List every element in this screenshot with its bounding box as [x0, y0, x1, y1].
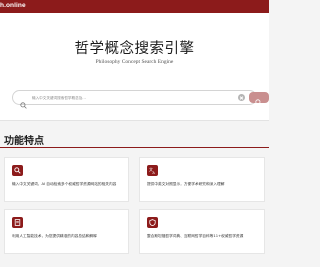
top-bar: h.online	[0, 0, 269, 13]
page-subtitle: Philosophy Concept Search Engine	[95, 59, 174, 65]
search-icon	[255, 94, 262, 106]
language-icon: 文 A	[147, 165, 158, 176]
feature-card-resources: 整合斯坦福哲学词典、互联网哲学百科等11+权威哲学资源	[139, 209, 265, 254]
brand-name[interactable]: h.online	[0, 2, 26, 9]
features-title: 功能特点	[4, 136, 44, 147]
search-input[interactable]	[32, 94, 212, 102]
page-title: 哲学概念搜索引擎	[74, 41, 195, 57]
feature-description: 提供中英文对照显示，方便学术研究和深入理解	[147, 182, 225, 186]
search-icon	[12, 165, 23, 176]
search-button[interactable]	[249, 92, 269, 106]
feature-card-search: 输入中文关键词，AI 自动检索多个权威哲学资源网站的相关内容	[4, 157, 129, 202]
feature-description: 利用人工智能技术，为您提供精准的内容总结和解释	[12, 234, 97, 238]
search-icon	[20, 94, 27, 109]
search-bar	[12, 90, 269, 109]
shield-icon	[147, 217, 158, 228]
clear-icon[interactable]	[238, 94, 245, 101]
section-divider	[0, 147, 269, 148]
document-icon	[12, 217, 23, 228]
feature-description: 整合斯坦福哲学词典、互联网哲学百科等11+权威哲学资源	[147, 234, 244, 238]
feature-card-bilingual: 文 A 提供中英文对照显示，方便学术研究和深入理解	[139, 157, 265, 202]
feature-description: 输入中文关键词，AI 自动检索多个权威哲学资源网站的相关内容	[12, 182, 117, 186]
svg-text:A: A	[152, 171, 155, 174]
feature-card-summary: 利用人工智能技术，为您提供精准的内容总结和解释	[4, 209, 129, 254]
hero-section: 哲学概念搜索引擎 Philosophy Concept Search Engin…	[0, 13, 269, 121]
